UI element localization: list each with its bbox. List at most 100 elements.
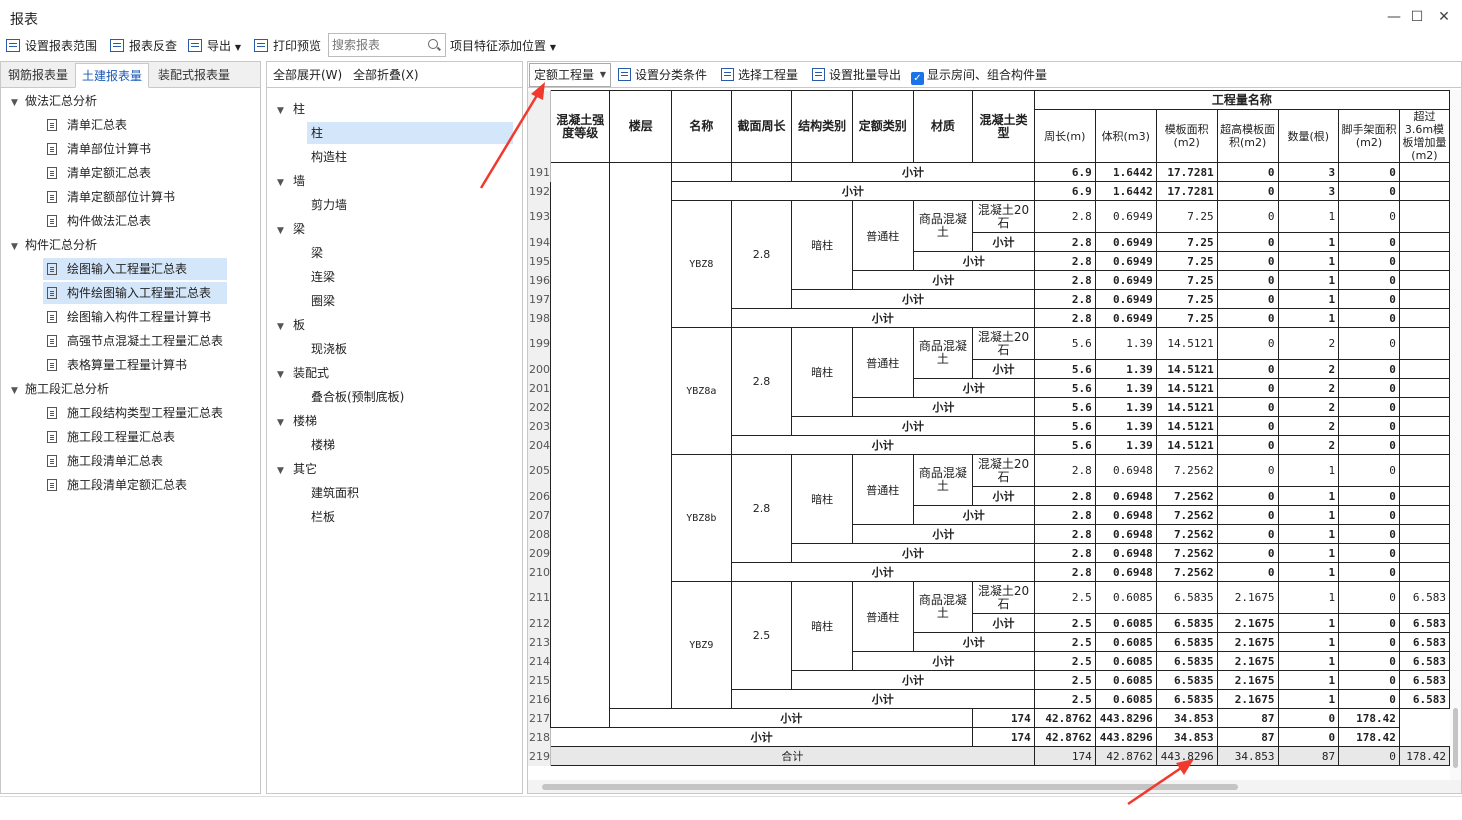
col-quota-type[interactable]: 定额类别: [851, 90, 914, 163]
tab-civil[interactable]: 土建报表量: [75, 63, 149, 88]
tree-item[interactable]: 构件绘图输入工程量汇总表: [43, 282, 227, 304]
search-icon[interactable]: [428, 39, 438, 49]
export-button[interactable]: 导出 ▼: [188, 36, 241, 56]
print-preview-button[interactable]: 打印预览: [254, 36, 321, 56]
vertical-scroll-thumb[interactable]: [1453, 708, 1458, 768]
checkbox-checked-icon[interactable]: ✓: [911, 72, 924, 85]
chevron-down-icon[interactable]: ▼: [277, 460, 293, 482]
tree-group[interactable]: ▼ 施工段汇总分析: [11, 378, 109, 400]
qty-cell: 0: [1338, 162, 1400, 182]
tree-item[interactable]: 施工段工程量汇总表: [43, 426, 175, 448]
select-quantity-button[interactable]: 选择工程量: [721, 65, 798, 85]
component-type[interactable]: 圈梁: [307, 290, 335, 312]
component-category[interactable]: ▼ 装配式: [277, 362, 329, 384]
tree-group[interactable]: ▼ 做法汇总分析: [11, 90, 97, 112]
horizontal-scrollbar[interactable]: [528, 780, 1461, 793]
component-category[interactable]: ▼ 柱: [277, 98, 305, 120]
qty-cell: 0: [1338, 416, 1400, 436]
col-q-volume[interactable]: 体积(m3): [1094, 109, 1157, 163]
chevron-down-icon[interactable]: ▼: [11, 380, 25, 402]
report-icon: [47, 263, 57, 275]
component-category[interactable]: ▼ 墙: [277, 170, 305, 192]
maximize-icon[interactable]: ☐: [1405, 5, 1429, 29]
feature-position-dropdown[interactable]: 项目特征添加位置 ▼: [450, 36, 556, 56]
qty-cell: [1398, 435, 1450, 455]
expand-all-button[interactable]: 全部展开(W): [273, 65, 342, 85]
col-concrete-type[interactable]: 混凝土类型: [972, 90, 1035, 163]
tree-item[interactable]: 表格算量工程量计算书: [43, 354, 187, 376]
component-type[interactable]: 建筑面积: [307, 482, 359, 504]
component-category[interactable]: ▼ 板: [277, 314, 305, 336]
reverse-lookup-button[interactable]: 报表反查: [110, 36, 177, 56]
batch-export-button[interactable]: 设置批量导出: [812, 65, 901, 85]
col-q-scaffold[interactable]: 脚手架面积(m2): [1338, 109, 1400, 163]
chevron-down-icon: ▼: [599, 70, 606, 79]
component-type-label: 建筑面积: [311, 486, 360, 500]
component-type[interactable]: 构造柱: [307, 146, 347, 168]
col-q-formwork[interactable]: 模板面积(m2): [1155, 109, 1218, 163]
col-perimeter[interactable]: 截面周长: [730, 90, 793, 163]
tree-item[interactable]: 清单汇总表: [43, 114, 127, 136]
qty-cell: 0: [1216, 397, 1279, 417]
chevron-down-icon[interactable]: ▼: [277, 220, 293, 242]
tree-item[interactable]: 清单部位计算书: [43, 138, 151, 160]
component-category[interactable]: ▼ 梁: [277, 218, 305, 240]
qty-cell: 1: [1277, 505, 1340, 525]
tree-item[interactable]: 清单定额汇总表: [43, 162, 151, 184]
component-type[interactable]: 梁: [307, 242, 323, 264]
tab-prefab[interactable]: 装配式报表量: [151, 63, 237, 88]
horizontal-scroll-thumb[interactable]: [542, 784, 1238, 790]
classify-button[interactable]: 设置分类条件: [618, 65, 707, 85]
tree-item[interactable]: 施工段结构类型工程量汇总表: [43, 402, 223, 424]
component-type[interactable]: 叠合板(预制底板): [307, 386, 404, 408]
qty-cell: 2.8: [1033, 232, 1096, 252]
tree-item[interactable]: 绘图输入构件工程量计算书: [43, 306, 211, 328]
col-q-super[interactable]: 超高模板面积(m2): [1216, 109, 1279, 163]
component-type[interactable]: 柱: [307, 122, 513, 144]
component-type[interactable]: 楼梯: [307, 434, 335, 456]
name-cell: [670, 162, 732, 182]
tree-item[interactable]: 清单定额部位计算书: [43, 186, 175, 208]
component-type[interactable]: 剪力墙: [307, 194, 347, 216]
tree-item[interactable]: 绘图输入工程量汇总表: [43, 258, 227, 280]
tree-item[interactable]: 施工段清单汇总表: [43, 450, 163, 472]
tree-item[interactable]: 高强节点混凝土工程量汇总表: [43, 330, 223, 352]
qty-cell: [1398, 181, 1450, 201]
component-category[interactable]: ▼ 其它: [277, 458, 317, 480]
chevron-down-icon[interactable]: ▼: [277, 412, 293, 434]
chevron-down-icon[interactable]: ▼: [11, 236, 25, 258]
minimize-icon[interactable]: —: [1382, 5, 1406, 29]
report-icon: [47, 167, 57, 179]
close-icon[interactable]: ✕: [1432, 5, 1456, 29]
col-floor[interactable]: 楼层: [609, 90, 672, 163]
col-material[interactable]: 材质: [912, 90, 974, 163]
tab-rebar[interactable]: 钢筋报表量: [3, 63, 73, 88]
tree-item[interactable]: 施工段清单定额汇总表: [43, 474, 187, 496]
component-type[interactable]: 现浇板: [307, 338, 347, 360]
col-struct-type[interactable]: 结构类别: [791, 90, 853, 163]
vertical-scrollbar[interactable]: [1450, 90, 1461, 780]
perimeter-cell: [730, 162, 793, 182]
tree-item[interactable]: 构件做法汇总表: [43, 210, 151, 232]
col-q-count[interactable]: 数量(根): [1277, 109, 1340, 163]
chevron-down-icon[interactable]: ▼: [277, 364, 293, 386]
qty-cell: 0: [1338, 378, 1400, 398]
component-category[interactable]: ▼ 楼梯: [277, 410, 317, 432]
tree-group[interactable]: ▼ 构件汇总分析: [11, 234, 97, 256]
col-grade[interactable]: 混凝土强度等级: [549, 90, 611, 163]
show-rooms-checkbox[interactable]: ✓ 显示房间、组合构件量: [911, 65, 1047, 85]
component-type[interactable]: 连梁: [307, 266, 335, 288]
quantity-mode-select[interactable]: 定额工程量 ▼: [529, 63, 611, 87]
grid-icon: [721, 68, 734, 81]
set-range-button[interactable]: 设置报表范围: [6, 36, 97, 56]
chevron-down-icon[interactable]: ▼: [277, 100, 293, 122]
chevron-down-icon[interactable]: ▼: [277, 172, 293, 194]
col-q-perimeter[interactable]: 周长(m): [1033, 109, 1096, 163]
component-type[interactable]: 栏板: [307, 506, 335, 528]
collapse-all-button[interactable]: 全部折叠(X): [353, 65, 419, 85]
chevron-down-icon[interactable]: ▼: [277, 316, 293, 338]
col-q-over36[interactable]: 超过3.6m模板增加量(m2): [1398, 109, 1450, 163]
qty-cell: 0: [1216, 200, 1279, 233]
col-name[interactable]: 名称: [670, 90, 732, 163]
chevron-down-icon[interactable]: ▼: [11, 92, 25, 114]
